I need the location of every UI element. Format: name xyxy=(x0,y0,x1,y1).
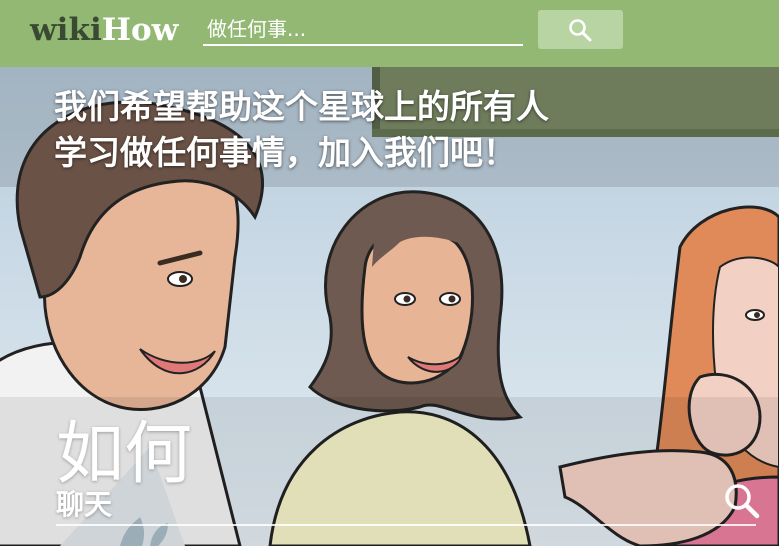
hero-tagline: 我们希望帮助这个星球上的所有人 学习做任何事情，加入我们吧！ xyxy=(54,84,654,176)
logo-how-text: How xyxy=(101,12,179,48)
wikihow-logo[interactable]: wikiHow xyxy=(30,10,178,50)
search-input[interactable] xyxy=(203,14,523,46)
tagline-line-1: 我们希望帮助这个星球上的所有人 xyxy=(54,87,549,126)
topic-underline xyxy=(56,524,756,526)
site-header: wikiHow xyxy=(0,0,779,67)
search-icon xyxy=(725,484,760,519)
search-icon xyxy=(569,19,592,42)
tagline-line-2: 学习做任何事情，加入我们吧！ xyxy=(54,133,516,172)
search-button[interactable] xyxy=(538,10,623,49)
howto-prefix: 如何 xyxy=(56,415,193,494)
howto-topic[interactable]: 聊天 xyxy=(56,487,112,523)
logo-wiki-text: wiki xyxy=(30,12,102,48)
topic-search-button[interactable] xyxy=(722,481,762,521)
